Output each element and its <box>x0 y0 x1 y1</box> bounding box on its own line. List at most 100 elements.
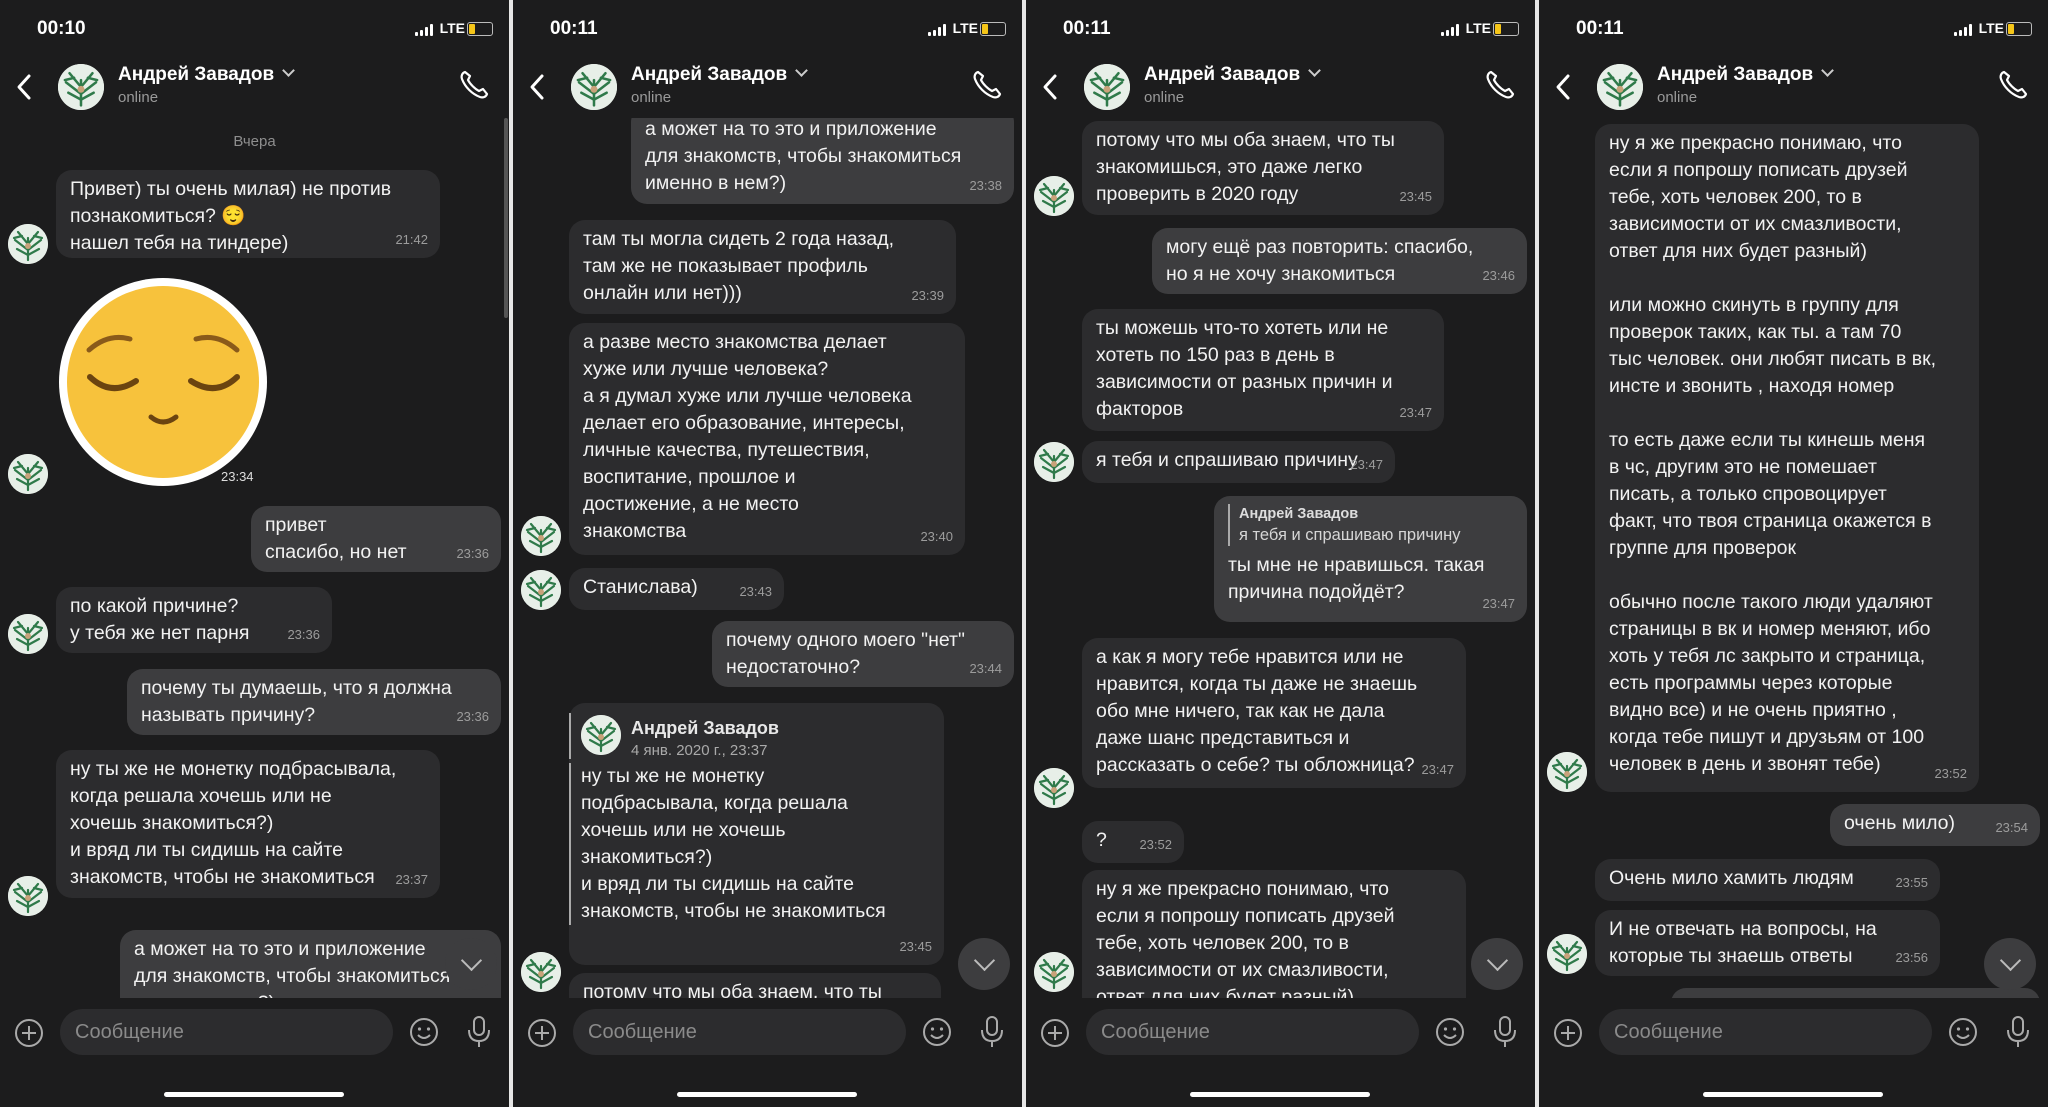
message-bubble[interactable]: потому что мы оба знаем, что ты <box>569 973 941 998</box>
attach-plus-icon[interactable] <box>1553 1018 1583 1048</box>
message-avatar[interactable] <box>521 516 561 556</box>
message-input-placeholder: Сообщение <box>75 1021 184 1043</box>
emoji-icon[interactable] <box>1948 1017 1978 1047</box>
message-bubble[interactable]: Андрей Завадов я тебя и спрашиваю причин… <box>1214 496 1527 622</box>
back-arrow-icon[interactable] <box>527 72 547 102</box>
signal-icon <box>1954 24 1974 36</box>
contact-avatar[interactable] <box>1084 64 1130 110</box>
message-list[interactable]: Вчера Привет) ты очень милая) не против … <box>0 118 509 998</box>
input-bar: Сообщение <box>513 998 1022 1068</box>
back-arrow-icon[interactable] <box>1040 72 1060 102</box>
contact-name[interactable]: Андрей Завадов <box>1657 64 1835 86</box>
message-bubble[interactable]: а может на то это и приложение для знако… <box>631 118 1014 204</box>
message-text: ну я же прекрасно понимаю, что если я по… <box>1609 132 1937 775</box>
message-bubble[interactable]: почему одного моего "нет" недостаточно? 2… <box>712 621 1014 687</box>
message-time: 23:36 <box>456 709 489 724</box>
attach-plus-icon[interactable] <box>1040 1018 1070 1048</box>
sleeping-face-sticker[interactable] <box>56 275 271 490</box>
message-avatar[interactable] <box>1547 934 1587 974</box>
status-bar: 00:11 LTE <box>1026 0 1535 60</box>
attach-plus-icon[interactable] <box>14 1018 44 1048</box>
reply-quote[interactable]: Андрей Завадов я тебя и спрашиваю причин… <box>1228 504 1515 546</box>
scroll-down-button[interactable] <box>958 938 1010 990</box>
message-avatar[interactable] <box>8 224 48 264</box>
emoji-icon[interactable] <box>409 1017 439 1047</box>
scroll-down-button[interactable] <box>445 938 497 990</box>
message-bubble[interactable]: Очень мило хамить людям 23:55 <box>1595 859 1940 901</box>
back-arrow-icon[interactable] <box>14 72 34 102</box>
phone-icon[interactable] <box>457 68 491 102</box>
message-bubble[interactable]: очень мило) 23:54 <box>1830 804 2040 846</box>
message-input[interactable]: Сообщение <box>60 1009 393 1055</box>
input-bar: Сообщение <box>1026 998 1535 1068</box>
emoji-icon[interactable] <box>922 1017 952 1047</box>
message-bubble[interactable]: ? 23:52 <box>1082 821 1184 863</box>
message-bubble[interactable]: а как я могу тебе нравится или не нравит… <box>1082 638 1466 788</box>
message-time: 23:45 <box>899 939 932 954</box>
reply-text: я тебя и спрашиваю причину <box>1239 526 1461 544</box>
message-avatar[interactable] <box>8 614 48 654</box>
message-text: Очень мило хамить людям <box>1609 867 1854 889</box>
message-time: 23:52 <box>1934 766 1967 781</box>
message-bubble[interactable]: а может на то это и приложение для знако… <box>120 930 501 998</box>
scroll-down-button[interactable] <box>1471 938 1523 990</box>
message-bubble[interactable]: И не отвечать на вопросы, на которые ты … <box>1595 910 1940 976</box>
message-bubble[interactable]: по какой причине? у тебя же нет парня 23:… <box>56 587 332 653</box>
home-indicator[interactable] <box>1190 1092 1370 1097</box>
message-bubble[interactable]: могу ещё раз повторить: спасибо, но я не… <box>1152 228 1527 294</box>
message-avatar[interactable] <box>1034 768 1074 808</box>
message-bubble[interactable]: Привет) ты очень милая) не против познак… <box>56 170 440 258</box>
message-avatar[interactable] <box>1034 176 1074 216</box>
scroll-down-button[interactable] <box>1984 938 2036 990</box>
home-indicator[interactable] <box>1703 1092 1883 1097</box>
message-avatar[interactable] <box>8 454 48 494</box>
phone-icon[interactable] <box>1996 68 2030 102</box>
message-list[interactable]: а может на то это и приложение для знако… <box>513 118 1022 998</box>
contact-avatar[interactable] <box>571 64 617 110</box>
message-time: 23:52 <box>1139 837 1172 852</box>
message-avatar[interactable] <box>1034 442 1074 482</box>
message-bubble[interactable]: ну я же прекрасно понимаю, что если я по… <box>1082 870 1466 998</box>
message-input-placeholder: Сообщение <box>1101 1021 1210 1043</box>
contact-name[interactable]: Андрей Завадов <box>631 64 809 86</box>
chat-header: Андрей Завадов online <box>513 58 1022 118</box>
attach-plus-icon[interactable] <box>527 1018 557 1048</box>
home-indicator[interactable] <box>164 1092 344 1097</box>
phone-icon[interactable] <box>1483 68 1517 102</box>
message-input[interactable]: Сообщение <box>573 1009 906 1055</box>
phone-icon[interactable] <box>970 68 1004 102</box>
home-indicator[interactable] <box>677 1092 857 1097</box>
contact-name[interactable]: Андрей Завадов <box>1144 64 1322 86</box>
message-bubble[interactable]: почему ты думаешь, что я должна называть… <box>127 669 501 735</box>
microphone-icon[interactable] <box>977 1014 1007 1050</box>
message-avatar[interactable] <box>521 952 561 992</box>
message-bubble[interactable]: ну я же прекрасно понимаю, что если я по… <box>1595 124 1979 792</box>
message-bubble[interactable]: ну ты же не монетку подбрасывала, когда … <box>56 750 440 898</box>
message-bubble[interactable]: Станислава) 23:43 <box>569 568 784 610</box>
message-bubble[interactable]: потому что мы оба знаем, что ты знакомиш… <box>1082 121 1444 215</box>
message-bubble-partial[interactable] <box>1671 988 2040 998</box>
message-bubble[interactable]: ты можешь что-то хотеть или не хотеть по… <box>1082 309 1444 431</box>
contact-name[interactable]: Андрей Завадов <box>118 64 296 86</box>
message-time: 23:39 <box>911 288 944 303</box>
message-input[interactable]: Сообщение <box>1086 1009 1419 1055</box>
contact-avatar[interactable] <box>58 64 104 110</box>
microphone-icon[interactable] <box>464 1014 494 1050</box>
microphone-icon[interactable] <box>1490 1014 1520 1050</box>
forwarded-message-bubble[interactable]: Андрей Завадов 4 янв. 2020 г., 23:37 ну … <box>569 703 944 965</box>
message-avatar[interactable] <box>8 876 48 916</box>
back-arrow-icon[interactable] <box>1553 72 1573 102</box>
message-list[interactable]: потому что мы оба знаем, что ты знакомиш… <box>1026 118 1535 998</box>
message-bubble[interactable]: привет спасибо, но нет 23:36 <box>251 506 501 572</box>
message-bubble[interactable]: я тебя и спрашиваю причину 23:47 <box>1082 441 1395 483</box>
message-input[interactable]: Сообщение <box>1599 1009 1932 1055</box>
message-bubble[interactable]: там ты могла сидеть 2 года назад, там же… <box>569 220 956 314</box>
contact-avatar[interactable] <box>1597 64 1643 110</box>
message-bubble[interactable]: а разве место знакомства делает хуже или… <box>569 323 965 555</box>
emoji-icon[interactable] <box>1435 1017 1465 1047</box>
microphone-icon[interactable] <box>2003 1014 2033 1050</box>
message-avatar[interactable] <box>521 570 561 610</box>
message-avatar[interactable] <box>1547 752 1587 792</box>
message-avatar[interactable] <box>1034 952 1074 992</box>
message-list[interactable]: ну я же прекрасно понимаю, что если я по… <box>1539 118 2048 998</box>
